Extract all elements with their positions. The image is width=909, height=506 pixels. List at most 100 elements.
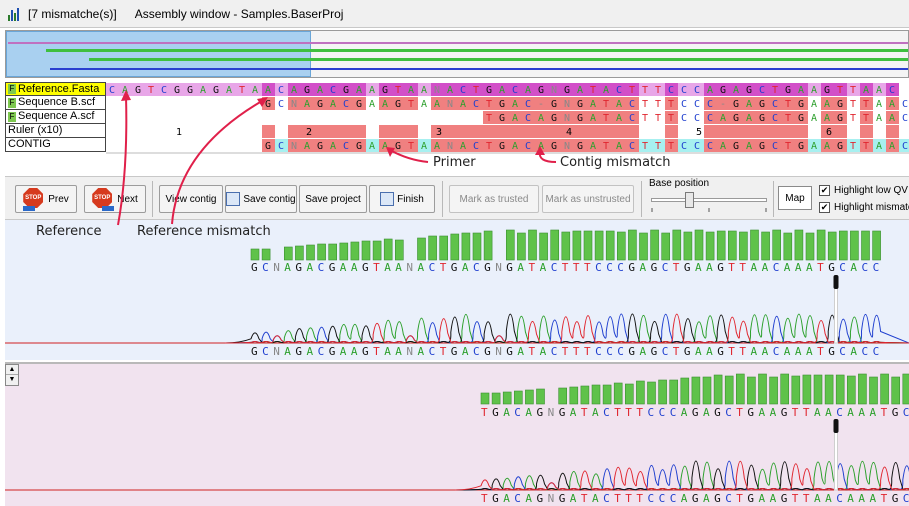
base-call: C	[429, 261, 436, 274]
quality-bar	[891, 376, 901, 405]
base-call: N	[495, 345, 502, 358]
base-call: C	[318, 261, 325, 274]
next-mismatch-button[interactable]: STOP Next	[84, 185, 146, 213]
base-call: G	[295, 261, 302, 274]
base-letter: C	[902, 99, 908, 110]
highlight-mismatch-checkbox[interactable]: ✔ Highlight mismatch	[819, 202, 909, 213]
finish-button[interactable]: Finish	[369, 185, 435, 213]
base-call: C	[318, 345, 325, 358]
base-letter: C	[707, 99, 713, 110]
ruler-mismatch-marker	[496, 125, 509, 138]
base-call: C	[903, 406, 909, 419]
quality-bar	[528, 229, 537, 261]
base-letter: G	[837, 113, 843, 124]
base-call: N	[548, 492, 555, 505]
base-letter: C	[694, 85, 700, 96]
chromatogram-sequence-a[interactable]: ▲ ▼ TGACAGNGATACTTTCCCAGAGCTGAAGTTAACAAA…	[5, 362, 909, 506]
base-letter: A	[811, 141, 817, 152]
base-call: N	[495, 261, 502, 274]
base-call: C	[659, 406, 666, 419]
base-call: G	[484, 261, 491, 274]
quality-bar	[536, 388, 545, 405]
base-call: A	[706, 261, 713, 274]
base-letter: A	[434, 99, 440, 110]
seq-name-sequence-a[interactable]: F Sequence A.scf	[5, 110, 106, 124]
ruler-mismatch-marker	[327, 125, 340, 138]
spin-down-icon[interactable]: ▼	[6, 375, 18, 385]
base-letter: C	[161, 85, 167, 96]
ruler-mismatch-marker	[613, 125, 626, 138]
base-call: T	[625, 406, 632, 419]
chromatogram-a-plot[interactable]: TGACAGNGATACTTTCCCAGAGCTGAAGTTAACAAATGCA…	[5, 364, 909, 506]
base-call: T	[573, 345, 580, 358]
seq-name-contig[interactable]: CONTIG	[5, 138, 106, 152]
base-call: C	[617, 261, 624, 274]
spin-up-icon[interactable]: ▲	[6, 365, 18, 375]
ruler-mismatch-marker	[769, 125, 782, 138]
trace-cursor-handle[interactable]	[833, 419, 839, 433]
save-contig-button[interactable]: Save contig	[225, 185, 297, 213]
ruler-mismatch-marker	[743, 125, 756, 138]
base-call: T	[584, 261, 591, 274]
base-call: G	[747, 492, 754, 505]
mark-trusted-button[interactable]: Mark as trusted	[449, 185, 539, 213]
seq-name-sequence-b[interactable]: F Sequence B.scf	[5, 96, 106, 110]
base-letter: T	[655, 113, 661, 124]
base-letter: T	[863, 99, 869, 110]
ruler-mismatch-marker	[665, 125, 678, 138]
base-letter: G	[824, 85, 830, 96]
trace-cursor-handle[interactable]	[833, 275, 839, 289]
chromatogram-sequence-b[interactable]: GCNAGACGAAGTAANACTGACGNGATACTTTCCCGAGCTG…	[5, 220, 909, 360]
sequence-alignment-view[interactable]: CAGTCGGAGATAACAGACGAAGTAANACTGACAGNGATAC…	[106, 82, 909, 154]
base-letter: C	[616, 85, 622, 96]
base-letter: A	[317, 85, 323, 96]
base-letter: C	[330, 85, 336, 96]
base-letter: C	[759, 85, 765, 96]
save-project-button[interactable]: Save project	[299, 185, 367, 213]
quality-bar	[747, 376, 756, 405]
base-letter: T	[408, 99, 414, 110]
quality-bar	[902, 373, 909, 405]
base-call: C	[606, 345, 613, 358]
base-call: C	[725, 406, 732, 419]
seq-name-label: Sequence A.scf	[18, 110, 95, 122]
seq-name-reference[interactable]: F Reference.Fasta	[5, 82, 106, 96]
quality-bar	[616, 231, 626, 261]
quality-bar	[583, 230, 593, 261]
base-call: G	[295, 345, 302, 358]
base-letter: G	[551, 113, 557, 124]
quality-bar	[750, 229, 759, 261]
base-call: G	[451, 345, 458, 358]
chromatogram-b-plot[interactable]: GCNAGACGAAGTAANACTGACGNGATACTTTCCCGAGCTG…	[5, 220, 909, 360]
quality-bar	[361, 240, 371, 261]
trace-scroll-spinner[interactable]: ▲ ▼	[5, 364, 19, 386]
view-contig-button[interactable]: View contig	[159, 185, 223, 213]
assembly-toolbar: STOP Prev STOP Next View contig Save con…	[5, 176, 909, 220]
base-call: G	[506, 345, 513, 358]
base-position-slider-thumb[interactable]	[685, 192, 694, 208]
base-letter: T	[850, 99, 856, 110]
base-call: T	[739, 345, 746, 358]
map-button[interactable]: Map	[778, 186, 812, 210]
mark-unstrusted-button[interactable]: Mark as unstrusted	[542, 185, 634, 213]
prev-mismatch-button[interactable]: STOP Prev	[15, 185, 77, 213]
quality-bar	[813, 374, 823, 405]
finish-document-icon	[380, 192, 395, 206]
base-call: A	[806, 261, 813, 274]
base-call: A	[503, 406, 510, 419]
window-title: Assembly window - Samples.BaserProj	[134, 6, 344, 21]
base-letter: T	[486, 141, 492, 152]
overview-viewport[interactable]	[6, 31, 311, 77]
base-letter: C	[772, 99, 778, 110]
base-call: T	[673, 261, 680, 274]
base-call: C	[514, 406, 521, 419]
base-letter: C	[629, 99, 635, 110]
base-position-slider-track[interactable]	[651, 198, 767, 202]
base-letter: C	[681, 113, 687, 124]
highlight-low-qv-checkbox[interactable]: ✔ Highlight low QV	[819, 185, 908, 196]
base-letter: G	[304, 85, 310, 96]
assembly-overview-map[interactable]	[5, 30, 909, 78]
quality-bar	[295, 245, 304, 261]
quality-bar	[669, 379, 679, 405]
base-letter: A	[512, 141, 518, 152]
